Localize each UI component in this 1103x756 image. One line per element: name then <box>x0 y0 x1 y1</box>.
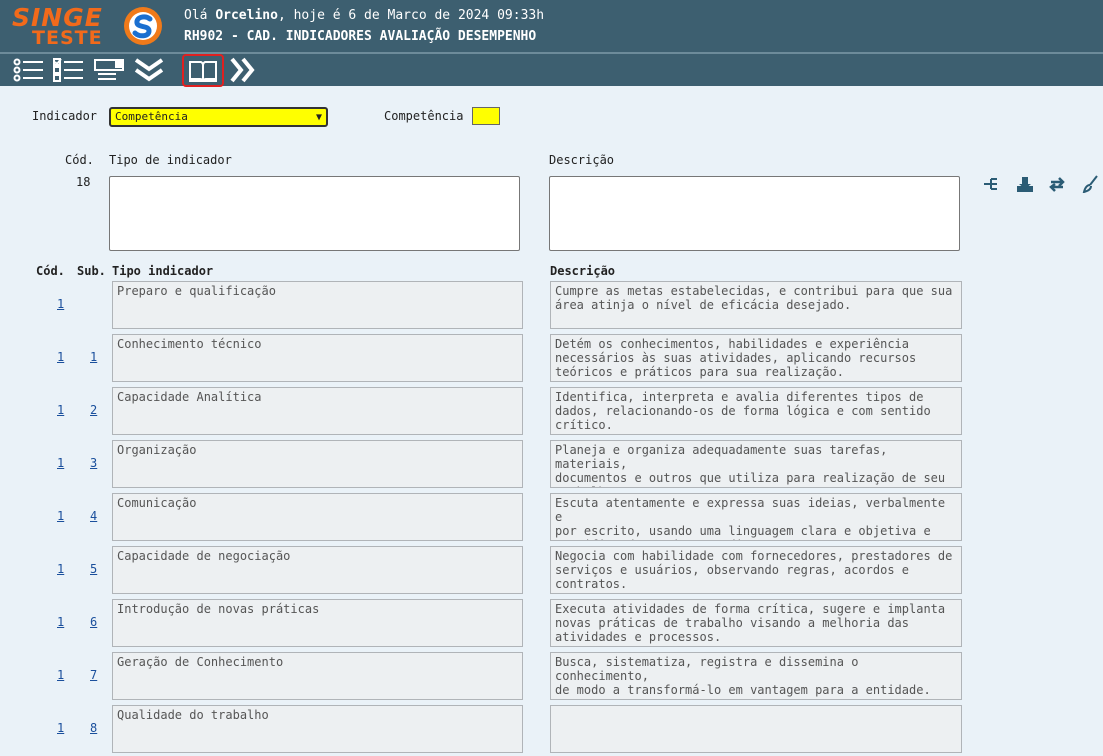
table-row-descricao: Executa atividades de forma crítica, sug… <box>550 599 962 647</box>
table-header-tipo: Tipo indicador <box>112 264 214 278</box>
app-logo: SINGE TESTE <box>12 3 117 49</box>
table-row-cod-link[interactable]: 1 <box>57 509 64 523</box>
greeting: Olá Orcelino, hoje é 6 de Marco de 2024 … <box>184 8 544 23</box>
table-row-descricao: Negocia com habilidade com fornecedores,… <box>550 546 962 594</box>
chevron-down-icon: ▼ <box>315 112 322 123</box>
table-row-cod-link[interactable]: 1 <box>57 562 64 576</box>
tipo-label: Tipo de indicador <box>109 153 232 167</box>
table-header-descricao: Descrição <box>550 264 616 278</box>
double-chevron-right-icon[interactable] <box>226 56 260 84</box>
competencia-label: Competência <box>384 109 464 123</box>
table-row-tipo: Capacidade Analítica <box>112 387 523 435</box>
book-icon[interactable] <box>182 54 224 87</box>
table-row-sub-link[interactable]: 1 <box>90 350 97 364</box>
table-row-descricao: Busca, sistematiza, registra e dissemina… <box>550 652 962 700</box>
swap-icon[interactable] <box>1048 175 1066 193</box>
table-row-tipo: Preparo e qualificação <box>112 281 523 329</box>
table-row-sub-link[interactable]: 3 <box>90 456 97 470</box>
table-row-tipo: Conhecimento técnico <box>112 334 523 382</box>
greeting-prefix: Olá <box>184 8 216 23</box>
table-row-tipo: Introdução de novas práticas <box>112 599 523 647</box>
indicador-label: Indicador <box>32 109 98 123</box>
table-row-descricao <box>550 705 962 753</box>
table-row-cod-link[interactable]: 1 <box>57 403 64 417</box>
descricao-label: Descrição <box>549 153 615 167</box>
tipo-textarea[interactable] <box>109 176 520 251</box>
table-row-tipo: Geração de Conhecimento <box>112 652 523 700</box>
table-row-descricao: Cumpre as metas estabelecidas, e contrib… <box>550 281 962 329</box>
logo-bottom-text: TESTE <box>32 27 103 49</box>
form-icon[interactable] <box>93 56 127 84</box>
table-row-cod-link[interactable]: 1 <box>57 350 64 364</box>
table-row-tipo: Qualidade do trabalho <box>112 705 523 753</box>
indicador-select-value: Competência <box>115 110 188 123</box>
table-row-cod-link[interactable]: 1 <box>57 668 64 682</box>
logo-emblem-icon <box>124 7 162 45</box>
greeting-suffix: , hoje é 6 de Marco de 2024 09:33h <box>277 8 545 23</box>
list-icon[interactable] <box>12 56 46 84</box>
table-row-tipo: Comunicação <box>112 493 523 541</box>
table-row-tipo: Organização <box>112 440 523 488</box>
table-row-sub-link[interactable]: 7 <box>90 668 97 682</box>
table-row-tipo: Capacidade de negociação <box>112 546 523 594</box>
save-icon[interactable] <box>1016 175 1034 193</box>
cod-value: 18 <box>76 175 91 189</box>
user-name: Orcelino <box>215 8 278 23</box>
tree-icon[interactable] <box>982 175 1000 193</box>
table-row-sub-link[interactable]: 6 <box>90 615 97 629</box>
brush-icon[interactable] <box>1082 175 1100 193</box>
table-row-cod-link[interactable]: 1 <box>57 456 64 470</box>
indicador-select[interactable]: Competência ▼ <box>109 107 328 127</box>
table-row-descricao: Planeja e organiza adequadamente suas ta… <box>550 440 962 488</box>
table-row-descricao: Escuta atentamente e expressa suas ideia… <box>550 493 962 541</box>
table-header-cod: Cód. <box>36 264 65 278</box>
table-row-cod-link[interactable]: 1 <box>57 297 64 311</box>
competencia-color-swatch[interactable] <box>472 107 500 125</box>
page-title: RH902 - CAD. INDICADORES AVALIAÇÃO DESEM… <box>184 29 537 44</box>
table-row-descricao: Detém os conhecimentos, habilidades e ex… <box>550 334 962 382</box>
descricao-textarea[interactable] <box>549 176 960 251</box>
table-row-cod-link[interactable]: 1 <box>57 721 64 735</box>
table-row-descricao: Identifica, interpreta e avalia diferent… <box>550 387 962 435</box>
double-chevron-down-icon[interactable] <box>132 56 166 84</box>
table-header-sub: Sub. <box>77 264 106 278</box>
cod-label: Cód. <box>65 153 94 167</box>
table-row-sub-link[interactable]: 4 <box>90 509 97 523</box>
table-row-cod-link[interactable]: 1 <box>57 615 64 629</box>
checklist-icon[interactable] <box>52 56 86 84</box>
table-row-sub-link[interactable]: 2 <box>90 403 97 417</box>
table-row-sub-link[interactable]: 5 <box>90 562 97 576</box>
app-header: SINGE TESTE Olá Orcelino, hoje é 6 de Ma… <box>0 0 1103 52</box>
toolbar <box>0 52 1103 87</box>
table-row-sub-link[interactable]: 8 <box>90 721 97 735</box>
